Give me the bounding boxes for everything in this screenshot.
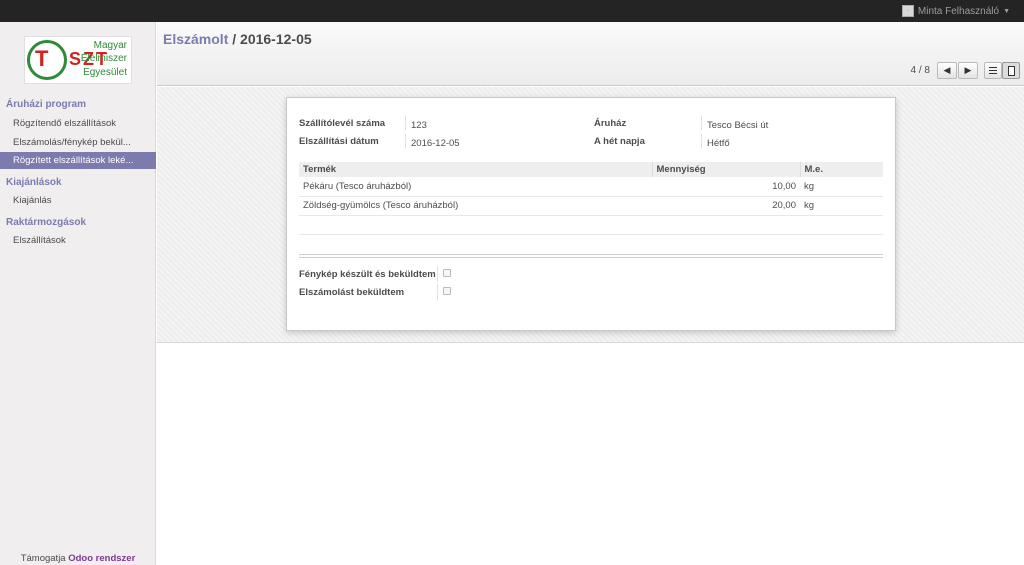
field-separator (405, 116, 406, 130)
cell-unit: kg (800, 196, 883, 216)
field-separator (405, 134, 406, 148)
breadcrumb: Elszámolt / 2016-12-05 (163, 31, 312, 47)
menu-item-settlement-photo[interactable]: Elszámolás/fénykép bekül... (0, 134, 156, 151)
product-lines-table: Termék Mennyiség M.e. Pékáru (Tesco áruh… (299, 162, 883, 235)
user-avatar-icon: ▫ (901, 5, 914, 17)
breadcrumb-separator: / (228, 31, 241, 47)
pickup-date-value: 2016-12-05 (411, 138, 460, 149)
arrow-right-icon: ▶ (964, 65, 972, 75)
menu-item-offer[interactable]: Kiajánlás (0, 192, 156, 209)
powered-by-prefix: Támogatja (20, 553, 66, 564)
logo-text-line1: Magyar (93, 40, 127, 51)
menu-section-store-program: Áruházi program (6, 99, 87, 110)
company-logo[interactable]: T SZT Magyar Élelmiszer Egyesület (24, 36, 132, 84)
view-header: Elszámolt / 2016-12-05 4 / 8 ◀ ▶ (157, 22, 1024, 86)
field-separator (701, 116, 702, 130)
field-separator (437, 284, 438, 300)
logo-text-line3: Egyesület (83, 67, 127, 78)
table-row[interactable]: Pékáru (Tesco áruházból) 10,00 kg (299, 177, 883, 197)
top-navbar: ▫ Minta Felhasználó ▼ (0, 0, 1024, 22)
settlement-sent-checkbox[interactable] (443, 287, 451, 295)
table-row[interactable]: Zöldség-gyümölcs (Tesco áruházból) 20,00… (299, 196, 883, 216)
settlement-sent-label: Elszámolást beküldtem (299, 287, 405, 298)
sidebar: T SZT Magyar Élelmiszer Egyesület Áruház… (0, 22, 156, 565)
user-name: Minta Felhasználó (917, 5, 1000, 17)
form-view-button[interactable] (1002, 62, 1020, 79)
column-header-unit[interactable]: M.e. (800, 162, 883, 177)
arrow-left-icon: ◀ (943, 65, 951, 75)
section-divider (299, 254, 883, 258)
logo-text-line2: Élelmiszer (80, 53, 127, 64)
logo-mark: T (35, 46, 48, 71)
photo-sent-checkbox[interactable] (443, 269, 451, 277)
field-separator (437, 266, 438, 282)
cell-product: Zöldség-gyümölcs (Tesco áruházból) (299, 196, 652, 216)
pager-counter: 4 / 8 (910, 65, 930, 76)
caret-down-icon: ▼ (1003, 7, 1010, 15)
menu-item-recorded-pickups[interactable]: Rögzített elszállítások leké... (0, 152, 156, 169)
form-sheet: Szállítólevél száma 123 Elszállítási dát… (286, 97, 896, 331)
table-header-row: Termék Mennyiség M.e. (299, 162, 883, 177)
breadcrumb-parent-link[interactable]: Elszámolt (163, 31, 228, 47)
cell-product: Pékáru (Tesco áruházból) (299, 177, 652, 197)
cell-unit: kg (800, 177, 883, 197)
menu-section-stock-moves: Raktármozgások (6, 217, 87, 228)
column-header-quantity[interactable]: Mennyiség (652, 162, 801, 177)
menu-item-pickups[interactable]: Elszállítások (0, 232, 156, 249)
pager-next-button[interactable]: ▶ (958, 62, 978, 79)
table-empty-row (299, 215, 883, 235)
photo-sent-label: Fénykép készült és beküldtem (299, 269, 436, 280)
pickup-date-label: Elszállítási dátum (299, 136, 379, 147)
list-view-button[interactable] (984, 62, 1002, 79)
store-value: Tesco Bécsi út (707, 120, 769, 131)
form-view-icon (1007, 65, 1015, 76)
field-separator (701, 134, 702, 148)
weekday-value: Hétfő (707, 138, 730, 149)
menu-section-offers: Kiajánlások (6, 177, 62, 188)
delivery-note-value: 123 (411, 120, 427, 131)
user-menu[interactable]: ▫ Minta Felhasználó ▼ (901, 4, 1010, 18)
cell-quantity: 10,00 (652, 177, 800, 197)
store-label: Áruház (594, 118, 627, 129)
list-view-icon (989, 67, 997, 74)
breadcrumb-current: 2016-12-05 (240, 31, 312, 47)
powered-by-link[interactable]: Odoo rendszer (68, 553, 135, 564)
delivery-note-label: Szállítólevél száma (299, 118, 386, 129)
pager-previous-button[interactable]: ◀ (937, 62, 957, 79)
cell-quantity: 20,00 (652, 196, 800, 216)
menu-item-pending-pickups[interactable]: Rögzítendő elszállítások (0, 115, 156, 132)
column-header-product[interactable]: Termék (299, 162, 653, 177)
weekday-label: A hét napja (594, 136, 645, 147)
powered-by: Támogatja Odoo rendszer (0, 553, 156, 564)
